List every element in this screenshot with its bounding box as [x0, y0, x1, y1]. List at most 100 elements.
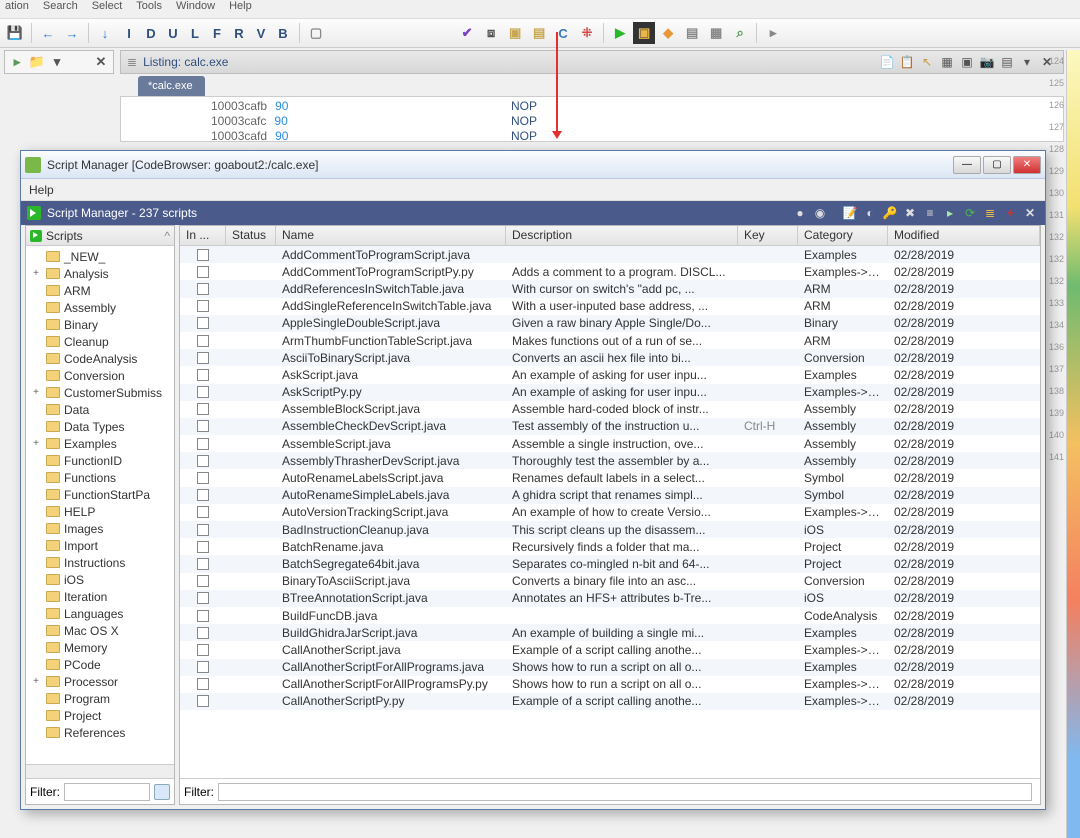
tree-item[interactable]: FunctionID [26, 452, 174, 469]
tree-h-scrollbar[interactable] [26, 764, 174, 778]
toolbar-list-icon[interactable]: ▤ [681, 22, 703, 44]
toolbar-flow-icon[interactable]: ⁜ [576, 22, 598, 44]
table-row[interactable]: AutoRenameLabelsScript.java Renames defa… [180, 469, 1040, 486]
sm-run-again-icon[interactable]: ◉ [811, 204, 829, 222]
maximize-button[interactable]: ▢ [983, 156, 1011, 174]
in-toolbar-checkbox[interactable] [197, 627, 209, 639]
table-row[interactable]: AddCommentToProgramScript.java Examples … [180, 246, 1040, 263]
table-row[interactable]: CallAnotherScriptPy.py Example of a scri… [180, 693, 1040, 710]
tree-item[interactable]: iOS [26, 571, 174, 588]
in-toolbar-checkbox[interactable] [197, 695, 209, 707]
in-toolbar-checkbox[interactable] [197, 352, 209, 364]
col-key[interactable]: Key [738, 226, 798, 245]
tree-item[interactable]: ARM [26, 282, 174, 299]
table-row[interactable]: AutoVersionTrackingScript.java An exampl… [180, 504, 1040, 521]
col-modified[interactable]: Modified [888, 226, 1040, 245]
tree-item[interactable]: Program [26, 690, 174, 707]
sm-add-icon[interactable]: + [1001, 204, 1019, 222]
in-toolbar-checkbox[interactable] [197, 249, 209, 261]
sm-run-script-icon[interactable]: ● [791, 204, 809, 222]
in-toolbar-checkbox[interactable] [197, 438, 209, 450]
in-toolbar-checkbox[interactable] [197, 610, 209, 622]
table-row[interactable]: BinaryToAsciiScript.java Converts a bina… [180, 573, 1040, 590]
tree-item[interactable]: Conversion [26, 367, 174, 384]
sm-key-icon[interactable]: 🔑 [881, 204, 899, 222]
listing-diff-icon[interactable]: ▣ [957, 53, 977, 71]
listing-copy-icon[interactable]: 📄 [877, 53, 897, 71]
tree-item[interactable]: HELP [26, 503, 174, 520]
in-toolbar-checkbox[interactable] [197, 558, 209, 570]
table-row[interactable]: CallAnotherScriptForAllProgramsPy.py Sho… [180, 676, 1040, 693]
tree-item[interactable]: Binary [26, 316, 174, 333]
in-toolbar-checkbox[interactable] [197, 661, 209, 673]
in-toolbar-checkbox[interactable] [197, 506, 209, 518]
toolbar-last-icon[interactable]: ▸ [762, 22, 784, 44]
col-name[interactable]: Name [276, 226, 506, 245]
table-row[interactable]: AssembleScript.java Assemble a single in… [180, 435, 1040, 452]
toolbar-fwd-icon[interactable]: → [61, 22, 83, 44]
sm-titlebar[interactable]: Script Manager [CodeBrowser: goabout2:/c… [21, 151, 1045, 179]
menu-help[interactable]: Help [229, 0, 252, 18]
sm-rename-icon[interactable]: ≡ [921, 204, 939, 222]
menu-ation[interactable]: ation [5, 0, 29, 18]
in-toolbar-checkbox[interactable] [197, 592, 209, 604]
table-filter-input[interactable] [218, 783, 1032, 801]
table-row[interactable]: BatchSegregate64bit.java Separates co-mi… [180, 555, 1040, 572]
menu-select[interactable]: Select [92, 0, 123, 18]
toolbar-doc-icon[interactable]: ▤ [528, 22, 550, 44]
table-row[interactable]: BTreeAnnotationScript.java Annotates an … [180, 590, 1040, 607]
table-row[interactable]: AddCommentToProgramScriptPy.py Adds a co… [180, 263, 1040, 280]
in-toolbar-checkbox[interactable] [197, 283, 209, 295]
table-row[interactable]: AppleSingleDoubleScript.java Given a raw… [180, 315, 1040, 332]
listing-snapshot-icon[interactable]: 📷 [977, 53, 997, 71]
tree-item[interactable]: Functions [26, 469, 174, 486]
in-toolbar-checkbox[interactable] [197, 678, 209, 690]
table-row[interactable]: AddReferencesInSwitchTable.java With cur… [180, 280, 1040, 297]
tree-filter-input[interactable] [64, 783, 150, 801]
toolbar-letter-R[interactable]: R [228, 22, 250, 44]
tree-item[interactable]: Mac OS X [26, 622, 174, 639]
tree-root-label[interactable]: Scripts [46, 229, 83, 243]
listing-menu-icon[interactable]: ▾ [1017, 53, 1037, 71]
table-row[interactable]: AddSingleReferenceInSwitchTable.java Wit… [180, 298, 1040, 315]
in-toolbar-checkbox[interactable] [197, 420, 209, 432]
menu-search[interactable]: Search [43, 0, 78, 18]
listing-fields-icon[interactable]: ▦ [937, 53, 957, 71]
toolbar-check-icon[interactable]: ✔ [456, 22, 478, 44]
toolbar-letter-I[interactable]: I [118, 22, 140, 44]
in-toolbar-checkbox[interactable] [197, 489, 209, 501]
tree-item[interactable]: Images [26, 520, 174, 537]
table-row[interactable]: ArmThumbFunctionTableScript.java Makes f… [180, 332, 1040, 349]
listing-cursor-icon[interactable]: ↖ [917, 53, 937, 71]
tree-item[interactable]: Iteration [26, 588, 174, 605]
col-status[interactable]: Status [226, 226, 276, 245]
in-toolbar-checkbox[interactable] [197, 266, 209, 278]
project-add-icon[interactable]: ▸ [8, 53, 26, 71]
toolbar-run-icon[interactable]: ▶ [609, 22, 631, 44]
tree-item[interactable]: FunctionStartPa [26, 486, 174, 503]
help-menu[interactable]: Help [29, 183, 54, 197]
toolbar-down-icon[interactable]: ↓ [94, 22, 116, 44]
toolbar-letter-F[interactable]: F [206, 22, 228, 44]
tree-item[interactable]: Data Types [26, 418, 174, 435]
sm-new-icon[interactable]: ▸ [941, 204, 959, 222]
toolbar-back-icon[interactable]: ← [37, 22, 59, 44]
tree-item[interactable]: Import [26, 537, 174, 554]
tree-item[interactable]: Cleanup [26, 333, 174, 350]
table-row[interactable]: BuildGhidraJarScript.java An example of … [180, 624, 1040, 641]
in-toolbar-checkbox[interactable] [197, 472, 209, 484]
table-row[interactable]: AssemblyThrasherDevScript.java Thoroughl… [180, 452, 1040, 469]
in-toolbar-checkbox[interactable] [197, 524, 209, 536]
tree-item[interactable]: Assembly [26, 299, 174, 316]
project-close-icon[interactable]: ✕ [92, 53, 110, 71]
listing-tab[interactable]: *calc.exe [138, 76, 205, 98]
toolbar-pkg-icon[interactable]: ▣ [504, 22, 526, 44]
tree-item[interactable]: +Analysis [26, 265, 174, 282]
table-row[interactable]: CallAnotherScriptForAllPrograms.java Sho… [180, 659, 1040, 676]
sm-refresh-icon[interactable]: ⟳ [961, 204, 979, 222]
project-open-icon[interactable]: 📁 [28, 53, 46, 71]
in-toolbar-checkbox[interactable] [197, 403, 209, 415]
toolbar-unk1-icon[interactable]: ▢ [305, 22, 327, 44]
close-button[interactable]: ✕ [1013, 156, 1041, 174]
sm-close-panel-icon[interactable]: ✕ [1021, 204, 1039, 222]
